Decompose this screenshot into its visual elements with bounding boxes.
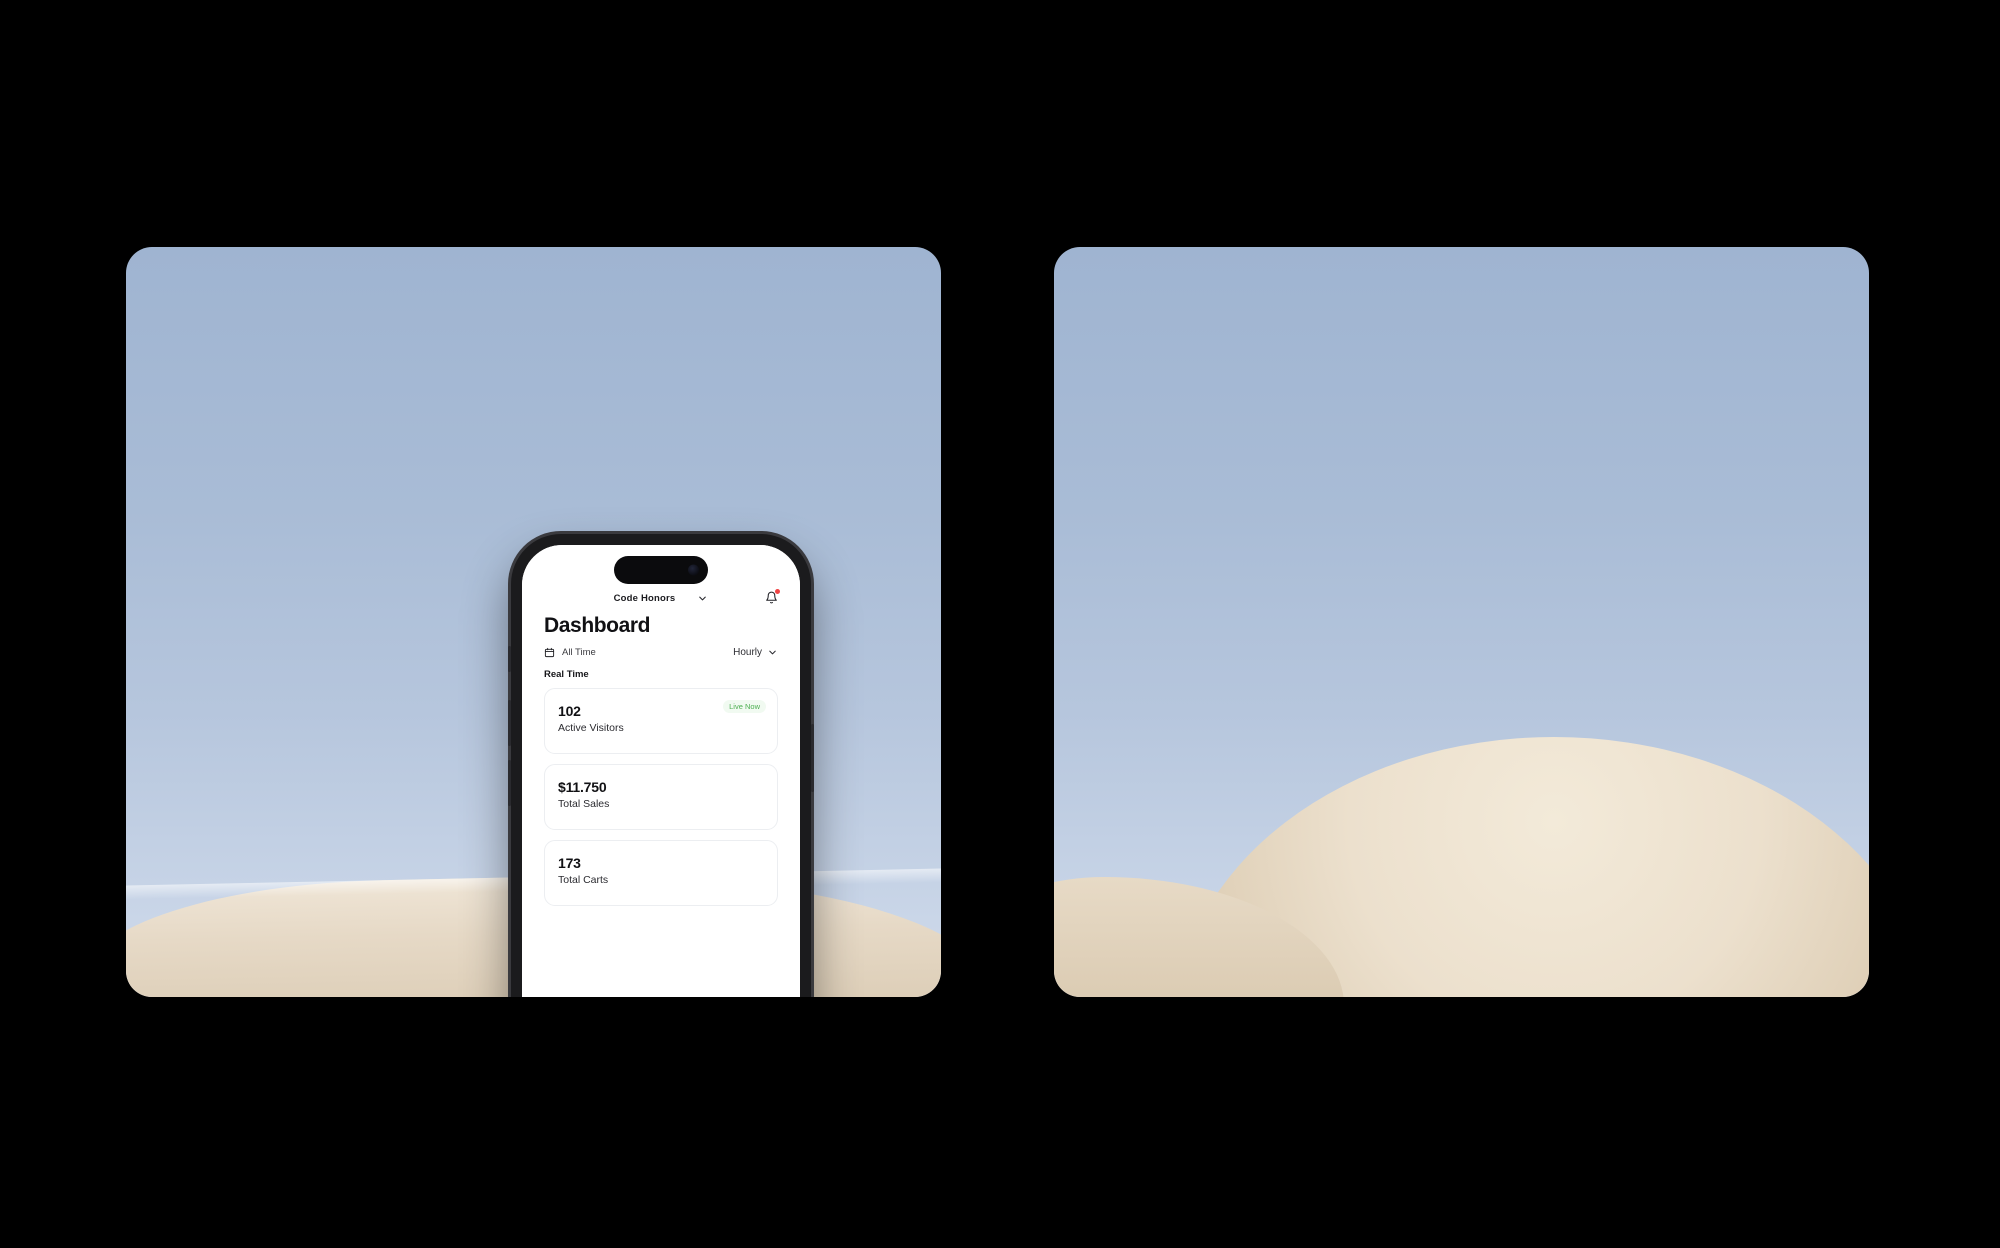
dashboard-body: Code Honors Dashboard All Time Hourly Re…	[522, 545, 800, 997]
phone-dashboard: Code Honors Dashboard All Time Hourly Re…	[508, 534, 814, 997]
left-scene-card: Code Honors Dashboard All Time Hourly Re…	[126, 247, 941, 997]
power-button[interactable]	[811, 724, 814, 792]
stat-value: $11.750	[558, 779, 607, 795]
page-title: Dashboard	[544, 614, 651, 637]
stat-label: Total Sales	[558, 798, 610, 810]
live-now-badge: Live Now	[723, 700, 766, 713]
calendar-icon	[544, 647, 555, 658]
notification-badge-dot	[775, 589, 780, 594]
brand-selector[interactable]: Code Honors	[614, 593, 709, 604]
stat-card-total-sales[interactable]: $11.750 Total Sales	[544, 764, 778, 830]
screenshot-stage: Code Honors Dashboard All Time Hourly Re…	[0, 0, 2000, 1248]
phone-screen-dashboard: Code Honors Dashboard All Time Hourly Re…	[522, 545, 800, 997]
mute-switch[interactable]	[508, 646, 511, 672]
volume-down-button[interactable]	[508, 760, 511, 806]
brand-name: Code Honors	[613, 593, 676, 604]
chevron-down-icon	[769, 650, 776, 655]
stat-card-list: Live Now 102 Active Visitors $11.750 Tot…	[522, 680, 800, 906]
stat-card-active-visitors[interactable]: Live Now 102 Active Visitors	[544, 688, 778, 754]
stat-label: Total Carts	[558, 874, 609, 886]
granularity-selector[interactable]: Hourly	[733, 647, 778, 658]
stat-label: Active Visitors	[558, 722, 624, 734]
chevron-down-icon	[699, 596, 707, 601]
date-range-selector[interactable]: All Time	[544, 647, 596, 658]
dynamic-island	[614, 556, 708, 584]
granularity-label: Hourly	[733, 647, 762, 658]
dashboard-filters: All Time Hourly	[522, 638, 800, 658]
stat-card-total-carts[interactable]: 173 Total Carts	[544, 840, 778, 906]
date-range-label: All Time	[562, 647, 596, 658]
section-title-real-time: Real Time	[544, 669, 589, 680]
volume-up-button[interactable]	[508, 700, 511, 746]
stat-value: 173	[558, 855, 581, 871]
right-scene-card: Products +	[1054, 247, 1869, 997]
notifications-button[interactable]	[765, 589, 780, 609]
dashboard-app: Code Honors Dashboard All Time Hourly Re…	[522, 545, 800, 997]
